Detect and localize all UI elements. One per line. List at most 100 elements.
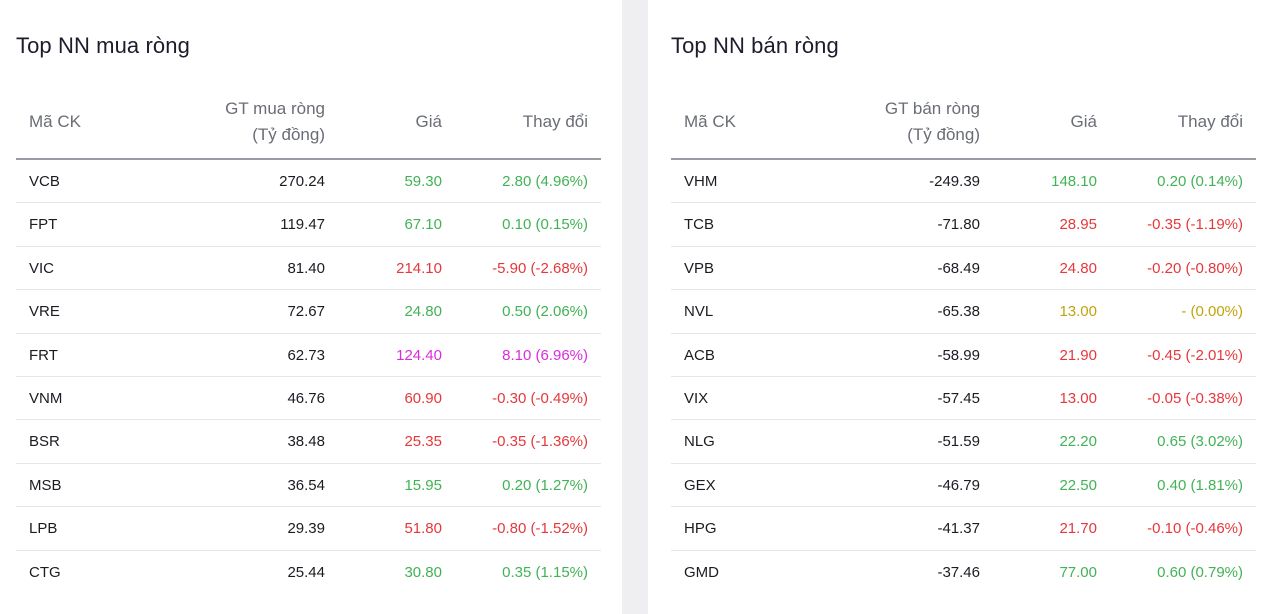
header-symbol: Mã CK: [29, 112, 81, 131]
table-row[interactable]: VCB 270.24 59.30 2.80 (4.96%): [16, 160, 601, 204]
header-price: Giá: [415, 112, 442, 131]
net-value: -249.39: [929, 173, 980, 190]
table-row[interactable]: CTG 25.44 30.80 0.35 (1.15%): [16, 551, 601, 594]
price-change: 2.80 (4.96%): [502, 173, 588, 190]
panel-title: Top NN bán ròng: [671, 33, 839, 58]
stock-symbol: NLG: [684, 433, 715, 451]
net-sell-table: Mã CK GT bán ròng (Tỷ đồng) Giá Thay đổi…: [671, 86, 1256, 594]
net-value: -71.80: [937, 216, 980, 234]
price: 21.70: [1059, 520, 1097, 538]
price-change: -0.35 (-1.36%): [492, 433, 588, 451]
header-net-value: GT bán ròng (Tỷ đồng): [885, 86, 980, 158]
table-row[interactable]: VIC 81.40 214.10 -5.90 (-2.68%): [16, 247, 601, 291]
header-symbol: Mã CK: [684, 112, 736, 131]
table-row[interactable]: NVL -65.38 13.00 - (0.00%): [671, 290, 1256, 334]
net-value: -68.49: [937, 259, 980, 277]
stock-symbol: GEX: [684, 476, 716, 494]
net-value: 46.76: [287, 389, 325, 407]
table-row[interactable]: MSB 36.54 15.95 0.20 (1.27%): [16, 464, 601, 508]
net-value: -51.59: [937, 433, 980, 451]
price: 60.90: [404, 389, 442, 407]
net-value: 81.40: [287, 259, 325, 277]
net-buy-table: Mã CK GT mua ròng (Tỷ đồng) Giá Thay đổi…: [16, 86, 601, 594]
price: 77.00: [1059, 563, 1097, 581]
price-change: -0.45 (-2.01%): [1147, 346, 1243, 364]
table-row[interactable]: VNM 46.76 60.90 -0.30 (-0.49%): [16, 377, 601, 421]
panel-title: Top NN mua ròng: [16, 33, 190, 58]
table-row[interactable]: LPB 29.39 51.80 -0.80 (-1.52%): [16, 507, 601, 551]
price: 25.35: [404, 433, 442, 451]
net-value: -46.79: [937, 476, 980, 494]
stock-symbol: CTG: [29, 563, 61, 581]
table-body: VHM -249.39 148.10 0.20 (0.14%) TCB -71.80 28.…: [671, 160, 1256, 594]
table-row[interactable]: NLG -51.59 22.20 0.65 (3.02%): [671, 420, 1256, 464]
table-row[interactable]: VHM -249.39 148.10 0.20 (0.14%): [671, 160, 1256, 204]
stock-symbol: VPB: [684, 259, 715, 277]
table-row[interactable]: VRE 72.67 24.80 0.50 (2.06%): [16, 290, 601, 334]
price: 59.30: [404, 173, 442, 190]
top-net-sell-panel: Top NN bán ròng Mã CK GT bán ròng (Tỷ đồ…: [648, 0, 1280, 614]
net-value: -41.37: [937, 520, 980, 538]
table-row[interactable]: GMD -37.46 77.00 0.60 (0.79%): [671, 551, 1256, 594]
net-value: 38.48: [287, 433, 325, 451]
price-change: - (0.00%): [1181, 303, 1243, 321]
price: 13.00: [1059, 389, 1097, 407]
header-net-value: GT mua ròng (Tỷ đồng): [225, 86, 325, 158]
table-header: Mã CK GT bán ròng (Tỷ đồng) Giá Thay đổi: [671, 86, 1256, 160]
price-change: -0.20 (-0.80%): [1147, 259, 1243, 277]
net-value: 36.54: [287, 476, 325, 494]
stock-symbol: MSB: [29, 476, 62, 494]
table-row[interactable]: HPG -41.37 21.70 -0.10 (-0.46%): [671, 507, 1256, 551]
price: 15.95: [404, 476, 442, 494]
table-row[interactable]: VPB -68.49 24.80 -0.20 (-0.80%): [671, 247, 1256, 291]
price: 24.80: [1059, 259, 1097, 277]
net-value: 270.24: [279, 173, 325, 190]
price-change: 0.20 (1.27%): [502, 476, 588, 494]
price: 214.10: [396, 259, 442, 277]
price-change: -0.05 (-0.38%): [1147, 389, 1243, 407]
header-net-value-line1: GT bán ròng: [884, 99, 980, 118]
top-net-buy-panel: Top NN mua ròng Mã CK GT mua ròng (Tỷ đồ…: [0, 0, 622, 614]
stock-symbol: FPT: [29, 216, 58, 234]
net-value: -57.45: [937, 389, 980, 407]
net-value: 72.67: [287, 303, 325, 321]
net-value: 25.44: [287, 563, 325, 581]
table-row[interactable]: ACB -58.99 21.90 -0.45 (-2.01%): [671, 334, 1256, 377]
table-header: Mã CK GT mua ròng (Tỷ đồng) Giá Thay đổi: [16, 86, 601, 160]
price-change: -0.30 (-0.49%): [492, 389, 588, 407]
price: 148.10: [1051, 173, 1097, 190]
stock-symbol: VHM: [684, 173, 718, 190]
stock-symbol: BSR: [29, 433, 60, 451]
header-change: Thay đổi: [1177, 112, 1243, 131]
stock-symbol: VRE: [29, 303, 60, 321]
table-row[interactable]: TCB -71.80 28.95 -0.35 (-1.19%): [671, 203, 1256, 247]
price: 28.95: [1059, 216, 1097, 234]
stock-symbol: VIC: [29, 259, 55, 277]
table-row[interactable]: VIX -57.45 13.00 -0.05 (-0.38%): [671, 377, 1256, 421]
header-net-value-line1: GT mua ròng: [225, 99, 325, 118]
stock-symbol: GMD: [684, 563, 719, 581]
table-row[interactable]: BSR 38.48 25.35 -0.35 (-1.36%): [16, 420, 601, 464]
stock-symbol: HPG: [684, 520, 717, 538]
table-row[interactable]: FRT 62.73 124.40 8.10 (6.96%): [16, 334, 601, 377]
price: 67.10: [404, 216, 442, 234]
table-row[interactable]: GEX -46.79 22.50 0.40 (1.81%): [671, 464, 1256, 508]
net-value: -65.38: [937, 303, 980, 321]
net-value: 62.73: [287, 346, 325, 364]
header-price: Giá: [1070, 112, 1097, 131]
net-value: 119.47: [280, 216, 325, 234]
price-change: 0.20 (0.14%): [1157, 173, 1243, 190]
table-row[interactable]: FPT 119.47 67.10 0.10 (0.15%): [16, 203, 601, 247]
price-change: 0.35 (1.15%): [502, 563, 588, 581]
price: 51.80: [404, 520, 442, 538]
stock-symbol: LPB: [29, 520, 58, 538]
header-change: Thay đổi: [522, 112, 588, 131]
price-change: -5.90 (-2.68%): [492, 259, 588, 277]
price-change: -0.35 (-1.19%): [1147, 216, 1243, 234]
header-net-value-line2: (Tỷ đồng): [252, 125, 325, 144]
price-change: 0.50 (2.06%): [502, 303, 588, 321]
price-change: -0.80 (-1.52%): [492, 520, 588, 538]
stock-symbol: TCB: [684, 216, 714, 234]
net-value: -37.46: [937, 563, 980, 581]
price-change: -0.10 (-0.46%): [1147, 520, 1243, 538]
